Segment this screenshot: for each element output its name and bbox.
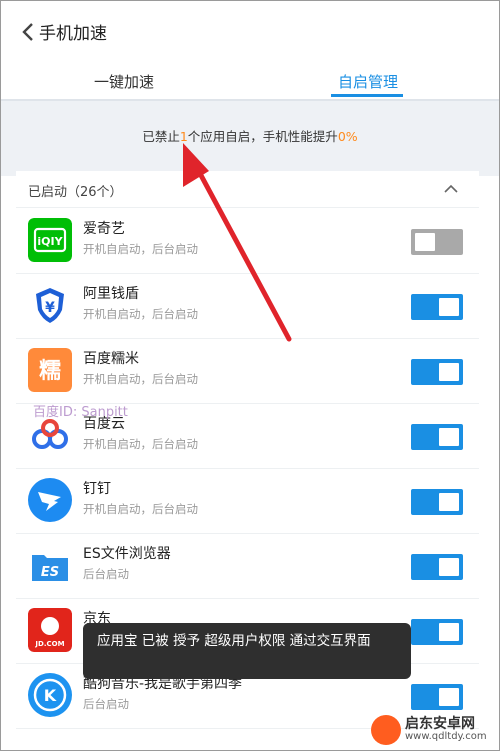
active-tab-indicator xyxy=(331,94,403,97)
svg-text:ES: ES xyxy=(41,565,59,580)
site-logo-icon xyxy=(371,715,401,745)
autostart-toggle[interactable] xyxy=(411,229,463,255)
list-item: 糯 百度糯米 开机自启动，后台启动 xyxy=(16,338,479,404)
autostart-toggle[interactable] xyxy=(411,554,463,580)
app-name: 钉钉 xyxy=(83,481,111,497)
page-title: 手机加速 xyxy=(39,24,107,44)
app-name: 阿里钱盾 xyxy=(83,286,139,302)
dingtalk-icon xyxy=(28,478,72,522)
app-name: 爱奇艺 xyxy=(83,221,125,237)
qiandun-icon: ¥ xyxy=(28,283,72,327)
svg-text:iQIY: iQIY xyxy=(37,235,63,248)
svg-text:糯: 糯 xyxy=(39,359,61,384)
autostart-toggle[interactable] xyxy=(411,619,463,645)
app-status: 后台启动 xyxy=(83,697,129,711)
tab-autostart-management[interactable]: 自启管理 xyxy=(338,71,398,92)
chevron-up-icon[interactable] xyxy=(443,181,459,197)
app-status: 开机自启动，后台启动 xyxy=(83,307,198,321)
app-name: ES文件浏览器 xyxy=(83,546,171,562)
section-header[interactable]: 已启动（26个） xyxy=(16,171,479,208)
app-status: 后台启动 xyxy=(83,567,129,581)
toast-message: 应用宝 已被 授予 超级用户权限 通过交互界面 xyxy=(83,623,411,679)
app-status: 开机自启动，后台启动 xyxy=(83,372,198,386)
nuomi-icon: 糯 xyxy=(28,348,72,392)
autostart-toggle[interactable] xyxy=(411,294,463,320)
summary-banner: 已禁止1个应用自启，手机性能提升0% xyxy=(1,101,499,176)
app-status: 开机自启动，后台启动 xyxy=(83,437,198,451)
svg-text:K: K xyxy=(44,686,57,705)
app-status: 开机自启动，后台启动 xyxy=(83,242,198,256)
jd-icon: JD.COM xyxy=(28,608,72,652)
performance-percent: 0% xyxy=(337,129,358,144)
list-item: ¥ 阿里钱盾 开机自启动，后台启动 xyxy=(16,273,479,339)
autostart-toggle[interactable] xyxy=(411,359,463,385)
summary-text: 已禁止1个应用自启，手机性能提升0% xyxy=(1,126,499,145)
baidu-watermark: 百度ID: Sanpitt xyxy=(33,405,128,420)
iqiyi-icon: iQIY xyxy=(28,218,72,262)
site-name: 启东安卓网 xyxy=(405,716,475,732)
top-bar: 手机加速 一键加速 自启管理 xyxy=(1,1,499,101)
app-status: 开机自启动，后台启动 xyxy=(83,502,198,516)
tab-one-key-boost[interactable]: 一键加速 xyxy=(94,71,154,92)
kugou-icon: K xyxy=(28,673,72,717)
app-frame: 手机加速 一键加速 自启管理 已禁止1个应用自启，手机性能提升0% 已启动（26… xyxy=(0,0,500,751)
es-explorer-icon: ES xyxy=(28,543,72,587)
autostart-toggle[interactable] xyxy=(411,684,463,710)
chevron-left-icon xyxy=(22,23,33,41)
summary-middle: 个应用自启，手机性能提升 xyxy=(187,129,338,144)
section-title: 已启动（26个） xyxy=(28,185,123,200)
svg-text:JD.COM: JD.COM xyxy=(34,640,64,648)
summary-prefix: 已禁止 xyxy=(142,129,180,144)
list-item: 钉钉 开机自启动，后台启动 xyxy=(16,468,479,534)
svg-text:¥: ¥ xyxy=(45,300,55,316)
autostart-toggle[interactable] xyxy=(411,424,463,450)
app-name: 百度糯米 xyxy=(83,351,139,367)
list-item: ES ES文件浏览器 后台启动 xyxy=(16,533,479,599)
back-button[interactable] xyxy=(15,19,41,45)
disabled-count: 1 xyxy=(179,129,188,144)
site-url: www.qdltdy.com xyxy=(405,731,487,742)
autostart-toggle[interactable] xyxy=(411,489,463,515)
list-item: iQIY 爱奇艺 开机自启动，后台启动 xyxy=(16,208,479,274)
